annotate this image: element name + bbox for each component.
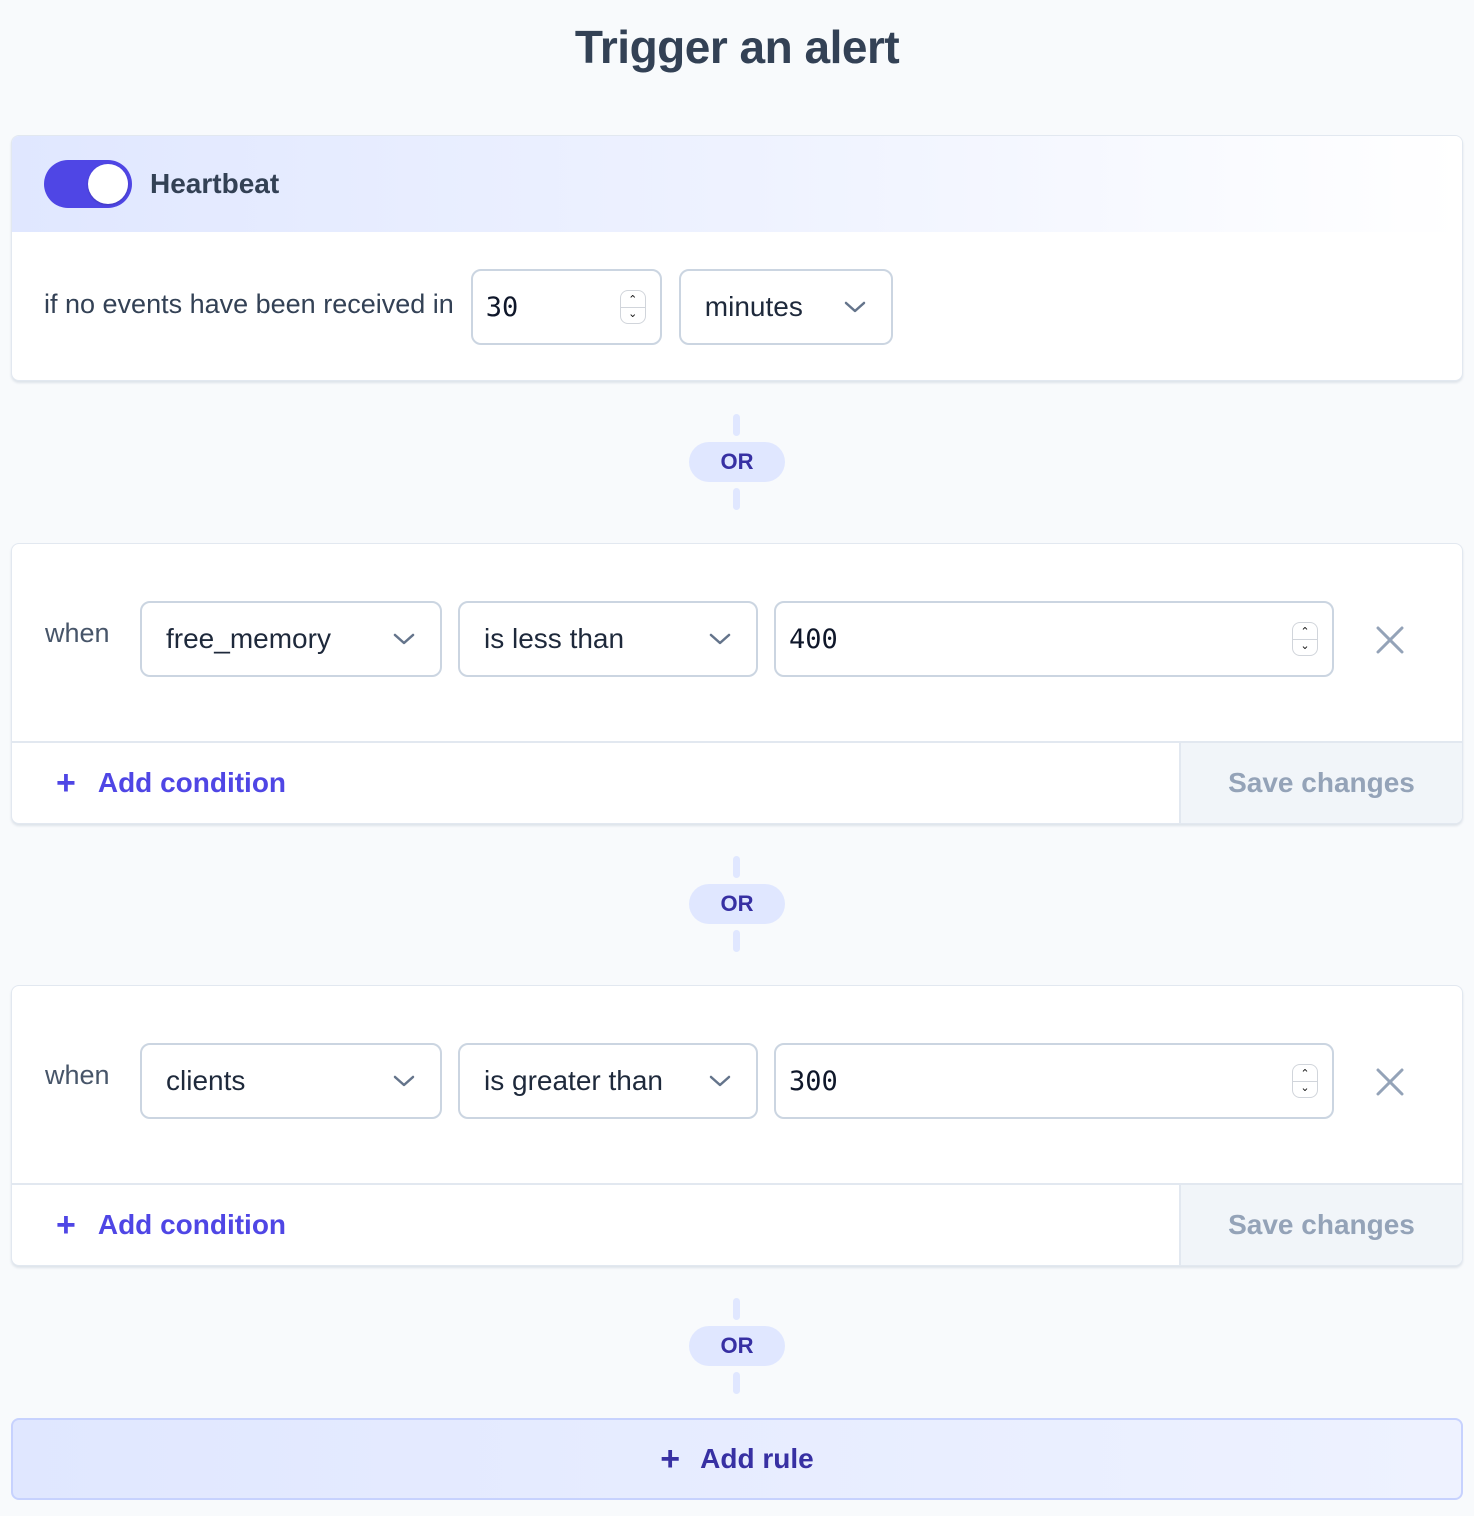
add-rule-label: Add rule [700, 1443, 814, 1474]
close-icon[interactable] [1372, 622, 1408, 658]
when-label: when [45, 1060, 110, 1090]
add-condition-label: Add condition [97, 1209, 287, 1240]
operator-value: is less than [484, 623, 625, 654]
or-separator: OR [0, 414, 1474, 510]
connector-line [733, 1372, 740, 1394]
spinner-up-icon[interactable]: ⌃ [1300, 626, 1309, 639]
close-icon[interactable] [1372, 1064, 1408, 1100]
number-spinner[interactable]: ⌃ ⌄ [1292, 1064, 1318, 1098]
or-badge: OR [689, 1326, 785, 1366]
plus-icon: + [660, 1440, 681, 1478]
metric-select[interactable]: free_memory [140, 601, 442, 677]
or-badge: OR [689, 884, 785, 924]
rule-card: when clients is greater than 300 ⌃ ⌄ + A… [11, 985, 1463, 1266]
interval-value-input[interactable]: 30 ⌃ ⌄ [470, 269, 662, 345]
metric-select[interactable]: clients [140, 1043, 442, 1119]
rule-footer: + Add condition Save changes [12, 741, 1462, 823]
save-changes-button[interactable]: Save changes [1179, 743, 1462, 823]
heartbeat-card: Heartbeat if no events have been receive… [11, 135, 1463, 381]
condition-row: when free_memory is less than 400 ⌃ ⌄ [12, 544, 1462, 741]
toggle-knob [88, 164, 128, 204]
operator-select[interactable]: is less than [458, 601, 758, 677]
connector-line [733, 856, 740, 878]
metric-value: free_memory [166, 623, 331, 654]
chevron-down-icon [709, 633, 731, 645]
interval-unit: minutes [704, 291, 803, 322]
chevron-down-icon [844, 301, 866, 313]
heartbeat-description: if no events have been received in [44, 288, 454, 319]
spinner-down-icon[interactable]: ⌄ [1300, 1082, 1309, 1095]
save-changes-button[interactable]: Save changes [1179, 1185, 1462, 1265]
connector-line [733, 488, 740, 510]
threshold-value: 300 [789, 1065, 838, 1097]
add-condition-button[interactable]: + Add condition [56, 1208, 286, 1242]
operator-value: is greater than [484, 1065, 663, 1096]
chevron-down-icon [393, 1075, 415, 1087]
page-title: Trigger an alert [574, 21, 900, 73]
interval-value: 30 [485, 291, 519, 323]
interval-unit-select[interactable]: minutes [678, 269, 893, 345]
number-spinner[interactable]: ⌃ ⌄ [1292, 622, 1318, 656]
rule-card: when free_memory is less than 400 ⌃ ⌄ + … [11, 543, 1463, 824]
heartbeat-body: if no events have been received in 30 ⌃ … [12, 232, 1462, 380]
or-separator: OR [0, 856, 1474, 952]
plus-icon: + [56, 1206, 76, 1244]
spinner-down-icon[interactable]: ⌄ [628, 308, 637, 321]
or-badge: OR [689, 442, 785, 482]
threshold-input[interactable]: 400 ⌃ ⌄ [774, 601, 1334, 677]
spinner-up-icon[interactable]: ⌃ [628, 294, 637, 307]
connector-line [733, 930, 740, 952]
spinner-down-icon[interactable]: ⌄ [1300, 640, 1309, 653]
condition-row: when clients is greater than 300 ⌃ ⌄ [12, 986, 1462, 1183]
threshold-value: 400 [789, 623, 838, 655]
when-label: when [45, 618, 110, 648]
or-separator: OR [0, 1298, 1474, 1394]
heartbeat-toggle[interactable] [44, 160, 132, 208]
heartbeat-header: Heartbeat [12, 136, 1462, 232]
number-spinner[interactable]: ⌃ ⌄ [619, 290, 646, 324]
plus-icon: + [56, 764, 76, 802]
connector-line [733, 1298, 740, 1320]
add-rule-button[interactable]: + Add rule [11, 1418, 1463, 1500]
operator-select[interactable]: is greater than [458, 1043, 758, 1119]
add-condition-button[interactable]: + Add condition [56, 766, 286, 800]
spinner-up-icon[interactable]: ⌃ [1300, 1068, 1309, 1081]
chevron-down-icon [393, 633, 415, 645]
add-condition-label: Add condition [97, 767, 287, 798]
connector-line [733, 414, 740, 436]
threshold-input[interactable]: 300 ⌃ ⌄ [774, 1043, 1334, 1119]
heartbeat-label: Heartbeat [150, 168, 280, 199]
chevron-down-icon [709, 1075, 731, 1087]
rule-footer: + Add condition Save changes [12, 1183, 1462, 1265]
metric-value: clients [166, 1065, 246, 1096]
